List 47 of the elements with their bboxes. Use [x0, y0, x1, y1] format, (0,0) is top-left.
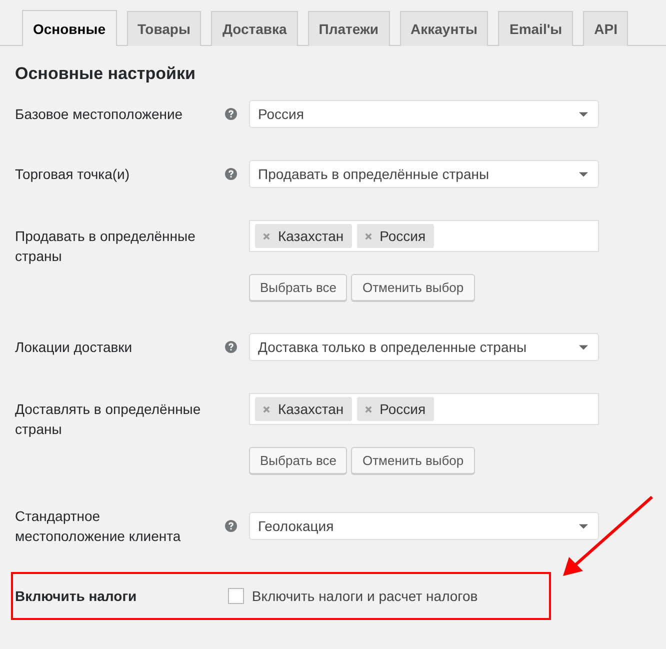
dropdown[interactable]: Продавать в определённые страны — [249, 160, 599, 188]
checkbox[interactable] — [228, 588, 244, 604]
tag-label: Казахстан — [278, 401, 344, 417]
dropdown[interactable]: Доставка только в определенные страны — [249, 333, 599, 361]
caret-icon — [579, 344, 588, 350]
checkbox-label: Включить налоги и расчет налогов — [252, 588, 478, 604]
country-tag[interactable]: Россия — [356, 397, 434, 421]
caret-icon — [579, 524, 588, 528]
multiselect-field[interactable]: Казахстан Россия — [249, 393, 599, 425]
action-button[interactable]: Выбрать все — [249, 274, 348, 301]
action-button[interactable]: Отменить выбор — [351, 274, 475, 301]
tag-label: Казахстан — [278, 228, 344, 244]
help-icon[interactable] — [224, 520, 236, 532]
field-label: Включить налоги — [15, 587, 138, 606]
action-button[interactable]: Выбрать все — [249, 447, 348, 474]
field-label: Базовое местоположение — [15, 105, 184, 124]
remove-icon[interactable] — [364, 406, 372, 412]
multiselect-field[interactable]: Казахстан Россия — [249, 220, 599, 252]
caret-icon — [579, 112, 588, 116]
tab[interactable]: API — [583, 11, 628, 46]
country-tag[interactable]: Казахстан — [255, 224, 352, 248]
tab[interactable]: Основные — [22, 10, 116, 46]
tag-label: Россия — [380, 228, 426, 244]
tab[interactable]: Доставка — [211, 11, 298, 46]
section-heading: Основные настройки — [15, 64, 196, 84]
tab[interactable]: Email'ы — [498, 11, 574, 46]
field-label: Продавать в определённые страны — [15, 227, 196, 266]
tab[interactable]: Платежи — [308, 11, 390, 46]
help-icon[interactable] — [224, 108, 236, 120]
field-label: Стандартное местоположение клиента — [15, 507, 182, 546]
remove-icon[interactable] — [263, 232, 270, 240]
dropdown[interactable]: Россия — [249, 100, 599, 128]
country-tag[interactable]: Казахстан — [255, 397, 352, 421]
help-icon[interactable] — [224, 168, 236, 180]
action-button[interactable]: Отменить выбор — [351, 447, 475, 474]
tab[interactable]: Аккаунты — [400, 11, 488, 46]
tag-label: Россия — [380, 401, 426, 417]
help-icon[interactable] — [224, 341, 236, 353]
tab[interactable]: Товары — [126, 11, 202, 46]
field-label: Локации доставки — [15, 338, 134, 357]
dropdown[interactable]: Геолокация — [249, 512, 599, 540]
remove-icon[interactable] — [263, 406, 270, 412]
field-label: Доставлять в определённые страны — [15, 400, 202, 439]
caret-icon — [579, 172, 588, 176]
remove-icon[interactable] — [364, 232, 372, 240]
country-tag[interactable]: Россия — [356, 224, 434, 248]
field-label: Торговая точка(и) — [15, 165, 131, 184]
